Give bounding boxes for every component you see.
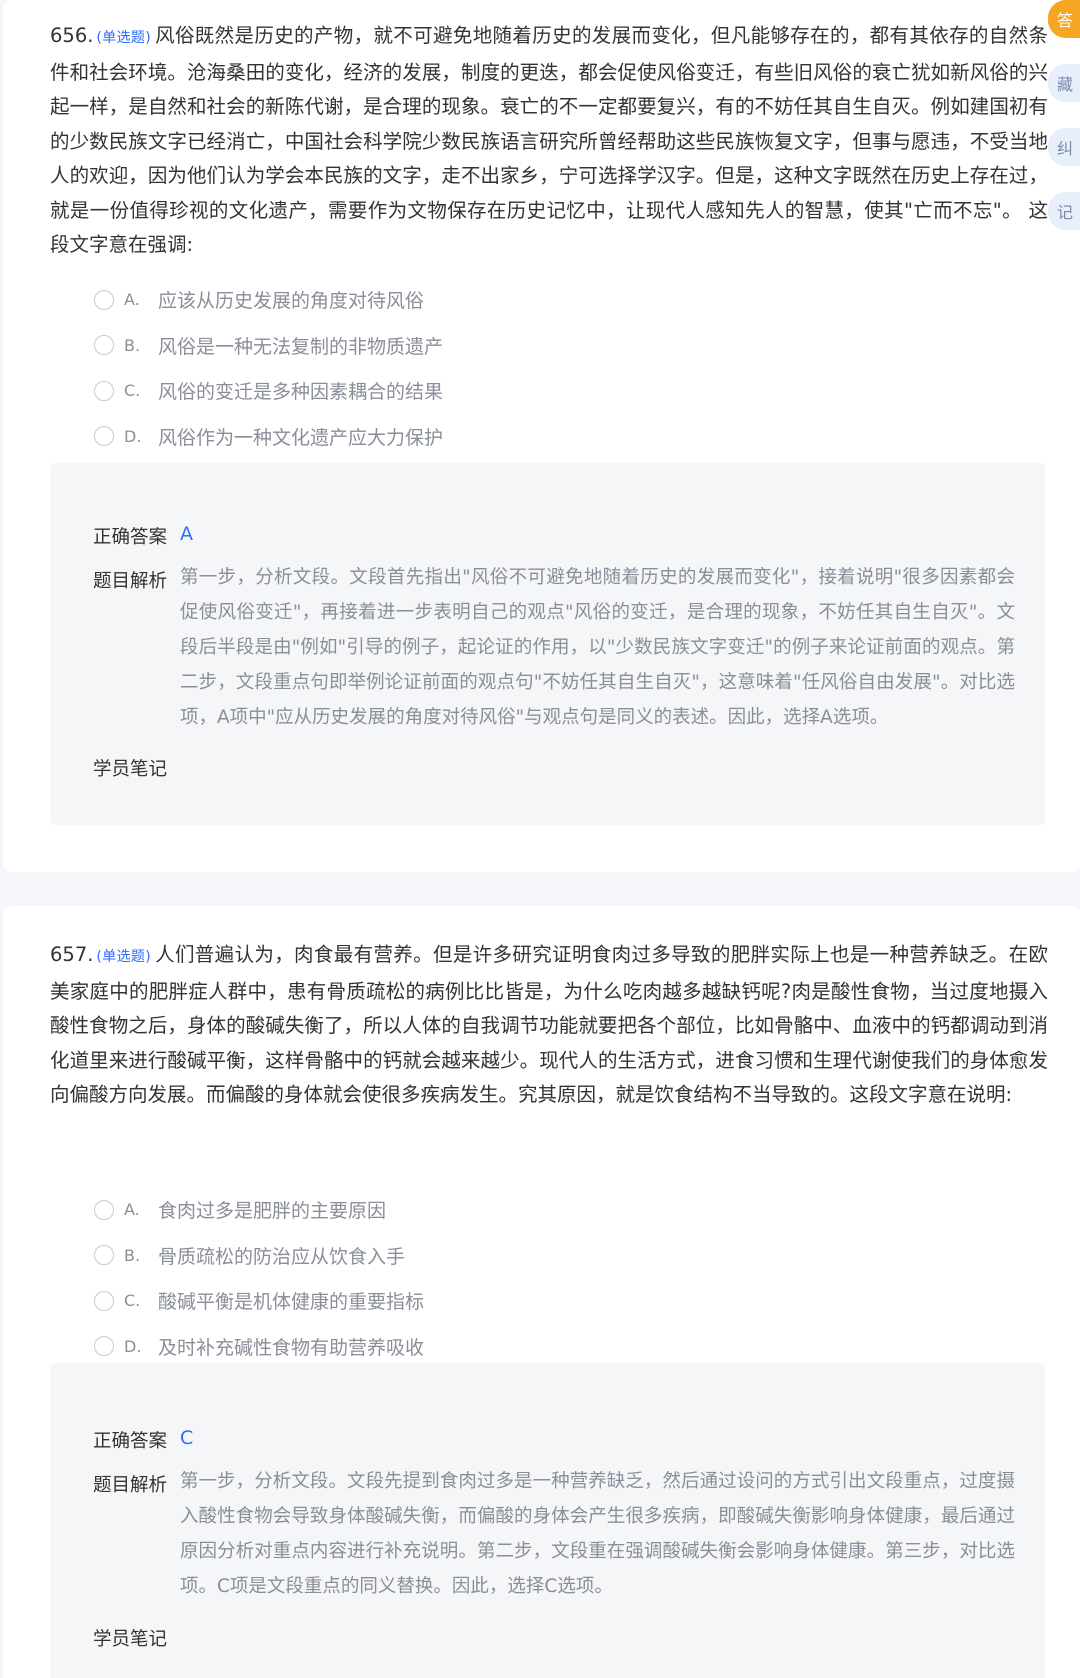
question-type: (单选题): [96, 949, 151, 965]
question-type: (单选题): [96, 30, 151, 46]
option-letter: A.: [124, 1200, 140, 1220]
option-text: 应该从历史发展的角度对待风俗: [158, 290, 425, 313]
correct-answer-value: C: [180, 1427, 194, 1449]
radio-button[interactable]: [94, 335, 114, 356]
options-list: A. 应该从历史发展的角度对待风俗 B. 风俗是一种无法复制的非物质遗产 C. …: [94, 277, 443, 459]
option-c[interactable]: C. 酸碱平衡是机体健康的重要指标: [94, 1278, 424, 1324]
student-notes-label: 学员笔记: [93, 1629, 168, 1650]
option-letter: B.: [124, 1245, 141, 1265]
analysis-label: 题目解析: [93, 1475, 168, 1496]
option-letter: C.: [124, 1291, 141, 1311]
question-stem: 657. (单选题) 人们普遍认为，肉食最有营养。但是许多研究证明食肉过多导致的肥胖…: [50, 938, 1048, 1113]
option-letter: A.: [124, 290, 140, 310]
option-letter: D.: [124, 426, 142, 446]
option-text: 酸碱平衡是机体健康的重要指标: [158, 1291, 425, 1314]
radio-button[interactable]: [94, 1290, 114, 1311]
option-a[interactable]: A. 应该从历史发展的角度对待风俗: [94, 277, 443, 323]
report-error-button[interactable]: 纠: [1048, 128, 1080, 166]
take-note-button[interactable]: 记: [1048, 192, 1080, 230]
radio-button[interactable]: [94, 289, 114, 310]
correct-answer-label: 正确答案: [93, 527, 168, 548]
radio-button[interactable]: [94, 380, 114, 401]
question-text: 风俗既然是历史的产物，就不可避免地随着历史的发展而变化，但凡能够存在的，都有其依…: [50, 24, 1048, 256]
question-card: 657. (单选题) 人们普遍认为，肉食最有营养。但是许多研究证明食肉过多导致的肥胖…: [3, 906, 1080, 1678]
student-notes-label: 学员笔记: [93, 759, 168, 780]
option-letter: C.: [124, 381, 141, 401]
option-text: 风俗作为一种文化遗产应大力保护: [158, 426, 444, 449]
answer-panel: 正确答案 A 题目解析 第一步，分析文段。文段首先指出"风俗不可避免地随着历史的…: [50, 463, 1045, 825]
options-list: A. 食肉过多是肥胖的主要原因 B. 骨质疏松的防治应从饮食入手 C. 酸碱平衡…: [94, 1187, 424, 1369]
answer-panel: 正确答案 C 题目解析 第一步，分析文段。文段先提到食肉过多是一种营养缺乏，然后…: [50, 1363, 1045, 1678]
analysis-label: 题目解析: [93, 571, 168, 592]
correct-answer-label: 正确答案: [93, 1431, 168, 1452]
question-number: 657.: [50, 943, 94, 966]
answer-sheet-button[interactable]: 答: [1048, 0, 1080, 38]
option-text: 风俗的变迁是多种因素耦合的结果: [158, 381, 444, 404]
radio-button[interactable]: [94, 426, 114, 447]
question-number: 656.: [50, 24, 94, 47]
analysis-text: 第一步，分析文段。文段先提到食肉过多是一种营养缺乏，然后通过设问的方式引出文段重…: [180, 1471, 1015, 1597]
option-text: 及时补充碱性食物有助营养吸收: [158, 1336, 425, 1359]
option-b[interactable]: B. 骨质疏松的防治应从饮食入手: [94, 1233, 424, 1279]
favorite-button[interactable]: 藏: [1048, 64, 1080, 102]
question-card: 656. (单选题) 风俗既然是历史的产物，就不可避免地随着历史的发展而变化，但凡能…: [3, 0, 1080, 872]
correct-answer-value: A: [180, 523, 193, 545]
question-stem: 656. (单选题) 风俗既然是历史的产物，就不可避免地随着历史的发展而变化，但凡能…: [50, 19, 1048, 263]
option-b[interactable]: B. 风俗是一种无法复制的非物质遗产: [94, 323, 443, 369]
option-letter: D.: [124, 1336, 142, 1356]
option-a[interactable]: A. 食肉过多是肥胖的主要原因: [94, 1187, 424, 1233]
analysis-text: 第一步，分析文段。文段首先指出"风俗不可避免地随着历史的发展而变化"，接着说明"…: [180, 567, 1015, 728]
option-d[interactable]: D. 风俗作为一种文化遗产应大力保护: [94, 414, 443, 460]
option-text: 食肉过多是肥胖的主要原因: [158, 1200, 387, 1223]
option-letter: B.: [124, 335, 141, 355]
option-c[interactable]: C. 风俗的变迁是多种因素耦合的结果: [94, 368, 443, 414]
option-text: 骨质疏松的防治应从饮食入手: [158, 1245, 406, 1268]
radio-button[interactable]: [94, 1245, 114, 1266]
question-text: 人们普遍认为，肉食最有营养。但是许多研究证明食肉过多导致的肥胖实际上也是一种营养…: [50, 943, 1048, 1106]
option-text: 风俗是一种无法复制的非物质遗产: [158, 335, 444, 358]
radio-button[interactable]: [94, 1199, 114, 1220]
side-toolbar: 答 藏 纠 记: [1048, 0, 1080, 256]
radio-button[interactable]: [94, 1336, 114, 1357]
